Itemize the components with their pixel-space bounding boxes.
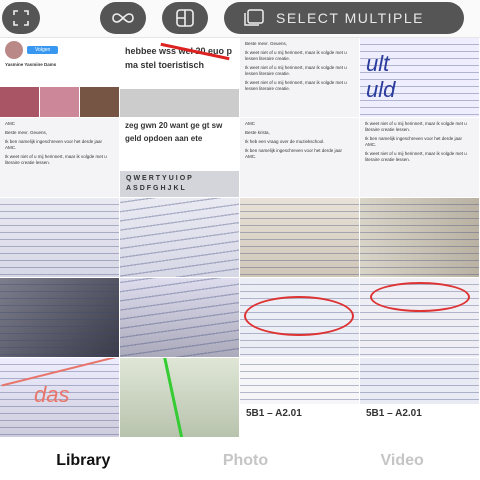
- follow-button: Volgen: [27, 46, 59, 54]
- thumbnail[interactable]: [120, 198, 239, 277]
- layout-grid-icon: [176, 9, 194, 27]
- thumbnail[interactable]: 5B1 – A2.01: [240, 358, 359, 437]
- avatar: [5, 41, 23, 59]
- thumbnail[interactable]: das: [0, 358, 119, 437]
- expand-icon: [13, 10, 29, 26]
- keyboard: QWERTYUIOP ASDFGHJKL: [120, 171, 239, 197]
- thumbnail[interactable]: Ik weet niet of u mij herinnert, maar ik…: [360, 118, 479, 197]
- thumbnail[interactable]: hebbee wss wel 20 euo p ma stel toeristi…: [120, 38, 239, 117]
- media-grid: Volgen Yasmine Yasmine Dams hebbee wss w…: [0, 38, 480, 442]
- thumbnail[interactable]: [120, 358, 239, 437]
- thumbnail[interactable]: [360, 198, 479, 277]
- select-multiple-icon: [244, 9, 264, 26]
- thumbnail[interactable]: AMC Beste mevr. Geuens, Ik ben namelijk …: [0, 118, 119, 197]
- infinity-icon: [112, 13, 134, 23]
- thumbnail[interactable]: [240, 278, 359, 357]
- loop-button[interactable]: [100, 2, 146, 34]
- thumbnail[interactable]: Volgen Yasmine Yasmine Dams: [0, 38, 119, 117]
- thumbnail[interactable]: [0, 278, 119, 357]
- thumbnail[interactable]: [360, 278, 479, 357]
- top-toolbar: SELECT MULTIPLE: [0, 0, 480, 38]
- handwritten-das: das: [34, 382, 70, 407]
- tab-video[interactable]: Video: [381, 452, 424, 470]
- thumbnail[interactable]: ult uld: [360, 38, 479, 117]
- thumbnail[interactable]: zeg gwn 20 want ge gt sw geld opdoen aan…: [120, 118, 239, 197]
- thumbnail[interactable]: 5B1 – A2.01: [360, 358, 479, 437]
- thumbnail[interactable]: [240, 198, 359, 277]
- layout-button[interactable]: [162, 2, 208, 34]
- select-multiple-label: SELECT MULTIPLE: [276, 10, 425, 26]
- select-multiple-button[interactable]: SELECT MULTIPLE: [224, 2, 464, 34]
- tab-library[interactable]: Library: [56, 452, 110, 470]
- expand-button[interactable]: [2, 2, 40, 34]
- thumbnail[interactable]: [0, 198, 119, 277]
- thumbnail[interactable]: Beste mevr. Geuens, Ik weet niet of u mi…: [240, 38, 359, 117]
- tab-photo[interactable]: Photo: [223, 452, 268, 470]
- bottom-tab-bar: Library Photo Video: [0, 442, 480, 480]
- thumbnail[interactable]: [120, 278, 239, 357]
- thumbnail[interactable]: AMC Beste krista, Ik heb een vraag over …: [240, 118, 359, 197]
